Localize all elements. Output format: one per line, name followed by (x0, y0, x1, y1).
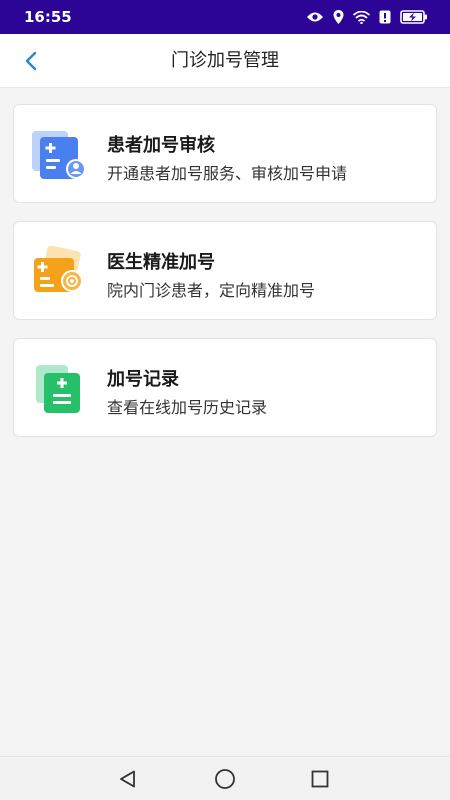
back-arrow-icon (25, 51, 37, 71)
card-description: 院内门诊患者，定向精准加号 (107, 281, 316, 300)
card-patient-review[interactable]: 患者加号审核 开通患者加号服务、审核加号申请 (13, 104, 437, 203)
record-list-icon (36, 365, 80, 413)
card-add-records[interactable]: 加号记录 查看在线加号历史记录 (13, 338, 437, 437)
alert-icon (379, 10, 391, 24)
status-bar: 16:55 (0, 0, 450, 34)
status-time: 16:55 (24, 8, 72, 26)
card-description: 查看在线加号历史记录 (107, 398, 268, 417)
patient-review-icon (32, 131, 86, 179)
system-recents-button[interactable] (308, 767, 332, 791)
card-title: 医生精准加号 (107, 252, 215, 273)
nav-bar: 门诊加号管理 (0, 34, 450, 88)
location-icon (333, 10, 344, 24)
card-title: 患者加号审核 (107, 135, 215, 156)
system-nav-bar (0, 756, 450, 800)
system-home-button[interactable] (213, 767, 237, 791)
wifi-icon (353, 10, 370, 24)
card-title: 加号记录 (107, 369, 179, 390)
battery-charging-icon (400, 10, 427, 24)
card-description: 开通患者加号服务、审核加号申请 (107, 164, 348, 183)
square-recents-icon (311, 770, 329, 788)
page-title: 门诊加号管理 (171, 50, 279, 71)
triangle-back-icon (120, 770, 135, 788)
circle-home-icon (215, 769, 235, 789)
system-back-button[interactable] (116, 767, 140, 791)
back-button[interactable] (16, 46, 46, 76)
eye-icon (307, 12, 323, 22)
status-icons (306, 10, 428, 24)
card-doctor-add[interactable]: 医生精准加号 院内门诊患者，定向精准加号 (13, 221, 437, 320)
doctor-add-icon (34, 246, 83, 292)
